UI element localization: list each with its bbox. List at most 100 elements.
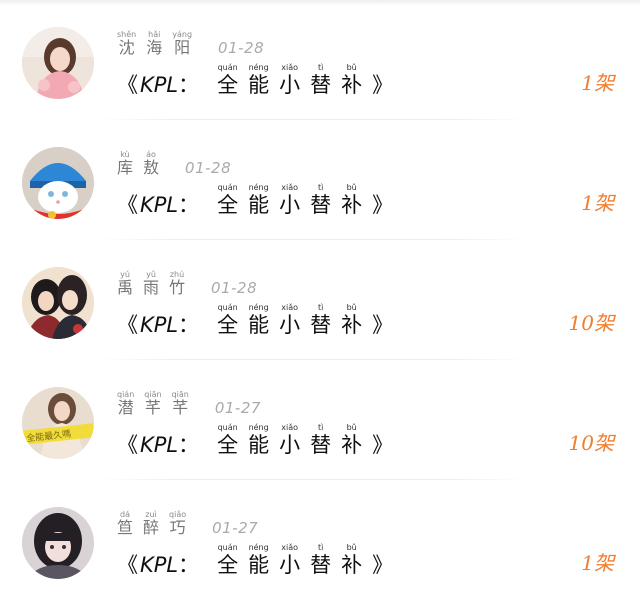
title-char: xiǎo 小 — [279, 183, 300, 218]
title-hanzi: 全 — [217, 193, 239, 217]
title-char: quán 全 — [217, 63, 238, 98]
title-char: tì 替 — [310, 423, 331, 458]
title-char: xiǎo 小 — [279, 543, 300, 578]
user-name[interactable]: dá 笪 zuì 醉 qiǎo 巧 — [117, 510, 196, 537]
title-hanzi: 替 — [310, 313, 332, 337]
title-pinyin: bǔ — [346, 63, 357, 72]
title-hanzi: 小 — [279, 313, 301, 337]
title-char: néng 能 — [248, 543, 269, 578]
date-label: 01-27 — [212, 519, 259, 537]
title-hanzi: 全 — [217, 553, 239, 577]
title-char: xiǎo 小 — [279, 423, 300, 458]
name-char: kù 库 — [117, 150, 133, 177]
title-pinyin: bǔ — [346, 303, 357, 312]
list-item[interactable]: kù 库 áo 敖 01-28 《 KPL ： quán 全 néng 能 xiǎo 小 … — [0, 120, 640, 240]
title-pinyin: xiǎo — [281, 303, 299, 312]
title-close-bracket: 》 — [372, 553, 394, 577]
title-hanzi: 替 — [310, 73, 332, 97]
gift-list: shěn 沈 hǎi 海 yáng 阳 01-28 《 KPL ： quán 全 nén… — [0, 0, 640, 600]
avatar-girl-dark-hair-image — [22, 507, 94, 579]
date-label: 01-28 — [218, 39, 265, 57]
meta-line: dá 笪 zuì 醉 qiǎo 巧 01-27 — [117, 509, 258, 537]
list-item[interactable]: yú 禹 yǔ 雨 zhú 竹 01-28 《 KPL ： quán 全 néng 能 x… — [0, 240, 640, 360]
name-char: yǔ 雨 — [143, 270, 159, 297]
title-hanzi: 能 — [248, 73, 270, 97]
title-char: xiǎo 小 — [279, 303, 300, 338]
title-kpl: KPL — [140, 73, 179, 97]
title-pinyin: tì — [317, 543, 324, 552]
title-hanzi: 补 — [341, 433, 363, 457]
title-pinyin: néng — [248, 303, 269, 312]
user-name[interactable]: kù 库 áo 敖 — [117, 150, 169, 177]
name-hanzi: 敖 — [143, 158, 160, 177]
meta-line: shěn 沈 hǎi 海 yáng 阳 01-28 — [117, 29, 264, 57]
gift-count: 1架 — [581, 71, 614, 95]
user-name[interactable]: qián 潜 qiān 芊 qiān 芊 — [117, 390, 199, 417]
date-label: 01-28 — [211, 279, 258, 297]
name-char: hǎi 海 — [146, 30, 162, 57]
gift-title: 《 KPL ： quán 全 néng 能 xiǎo 小 tì 替 bǔ 补 》 — [117, 303, 394, 338]
title-hanzi: 小 — [279, 73, 301, 97]
name-hanzi: 雨 — [143, 278, 160, 297]
title-kpl: KPL — [140, 193, 179, 217]
avatar[interactable] — [22, 507, 94, 579]
meta-line: qián 潜 qiān 芊 qiān 芊 01-27 — [117, 389, 261, 417]
title-hanzi: 能 — [248, 313, 270, 337]
name-hanzi: 库 — [117, 158, 134, 177]
title-char: quán 全 — [217, 423, 238, 458]
avatar[interactable] — [22, 267, 94, 339]
gift-title: 《 KPL ： quán 全 néng 能 xiǎo 小 tì 替 bǔ 补 》 — [117, 183, 393, 218]
title-char: bǔ 补 — [341, 303, 362, 338]
title-hanzi: 全 — [217, 313, 239, 337]
title-kpl: KPL — [140, 553, 179, 577]
user-name[interactable]: shěn 沈 hǎi 海 yáng 阳 — [117, 30, 202, 57]
user-name[interactable]: yú 禹 yǔ 雨 zhú 竹 — [117, 270, 195, 297]
title-kpl: KPL — [140, 433, 179, 457]
list-item[interactable]: shěn 沈 hǎi 海 yáng 阳 01-28 《 KPL ： quán 全 nén… — [0, 0, 640, 120]
title-char: xiǎo 小 — [279, 63, 300, 98]
list-item[interactable]: dá 笪 zuì 醉 qiǎo 巧 01-27 《 KPL ： quán 全 néng 能… — [0, 480, 640, 600]
title-hanzi: 小 — [279, 553, 301, 577]
title-char: néng 能 — [248, 423, 269, 458]
name-hanzi: 沈 — [118, 38, 135, 57]
date-label: 01-27 — [214, 399, 261, 417]
title-close-bracket: 》 — [372, 313, 394, 337]
avatar[interactable] — [22, 147, 94, 219]
title-hanzi: 补 — [341, 313, 363, 337]
title-pinyin: néng — [248, 543, 269, 552]
title-hanzi: 小 — [279, 433, 301, 457]
title-hanzi: 全 — [217, 73, 239, 97]
title-open-bracket: 《 — [117, 313, 138, 337]
title-char: néng 能 — [248, 303, 269, 338]
title-hanzi: 小 — [279, 193, 301, 217]
gift-title: 《 KPL ： quán 全 néng 能 xiǎo 小 tì 替 bǔ 补 》 — [117, 63, 393, 98]
title-hanzi: 能 — [248, 193, 270, 217]
avatar-anime-couple-image — [22, 267, 94, 339]
title-colon: ： — [178, 193, 200, 217]
avatar[interactable] — [22, 27, 94, 99]
name-char: yáng 阳 — [172, 30, 192, 57]
name-hanzi: 禹 — [117, 278, 134, 297]
list-item[interactable]: 全能最久嗎 qián 潜 qiān 芊 qiān 芊 01-27 《 KPL ： qu… — [0, 360, 640, 480]
title-colon: ： — [178, 73, 200, 97]
name-char: dá 笪 — [117, 510, 133, 537]
title-open-bracket: 《 — [117, 193, 138, 217]
title-open-bracket: 《 — [117, 73, 138, 97]
title-kpl: KPL — [140, 313, 179, 337]
title-pinyin: quán — [217, 423, 238, 432]
title-char: bǔ 补 — [341, 63, 362, 98]
title-open-bracket: 《 — [117, 433, 138, 457]
title-char: bǔ 补 — [341, 543, 362, 578]
title-char: bǔ 补 — [341, 423, 362, 458]
name-hanzi: 海 — [146, 38, 163, 57]
avatar[interactable]: 全能最久嗎 — [22, 387, 94, 459]
meta-line: kù 库 áo 敖 01-28 — [117, 149, 231, 177]
name-hanzi: 芊 — [172, 398, 189, 417]
name-hanzi: 巧 — [169, 518, 186, 537]
gift-title: 《 KPL ： quán 全 néng 能 xiǎo 小 tì 替 bǔ 补 》 — [117, 543, 394, 578]
title-char: tì 替 — [310, 543, 331, 578]
title-pinyin: quán — [217, 183, 238, 192]
title-char: quán 全 — [217, 183, 238, 218]
title-hanzi: 替 — [310, 553, 332, 577]
title-char: tì 替 — [310, 303, 331, 338]
